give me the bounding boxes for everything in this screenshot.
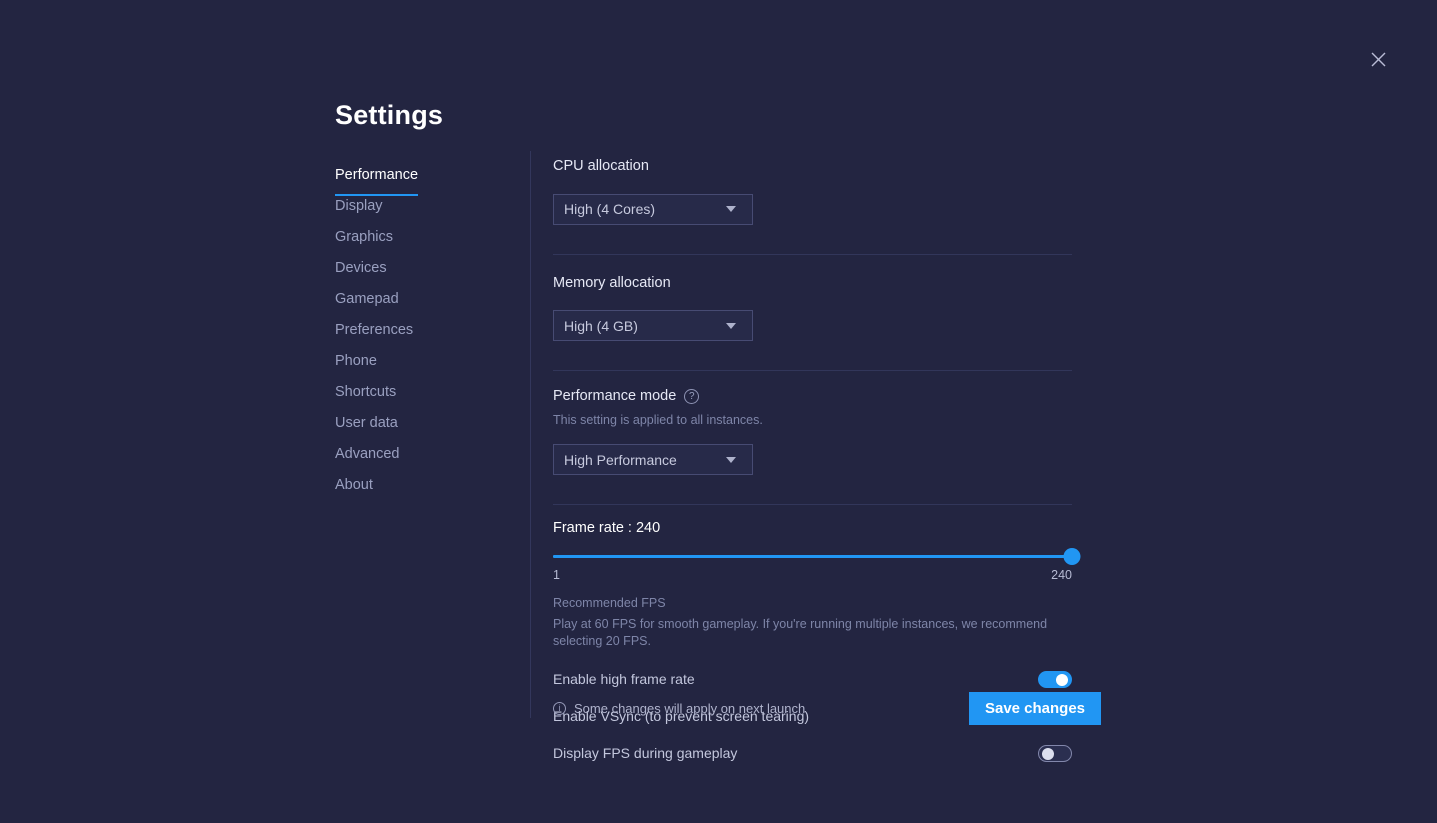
sidebar-item-label: Devices (335, 260, 387, 276)
performance-mode-value: High Performance (564, 451, 677, 468)
sidebar-item-label: Gamepad (335, 291, 399, 307)
slider-range-labels: 1 240 (553, 568, 1072, 584)
footer-note: i Some changes will apply on next launch (553, 701, 969, 716)
slider-max-label: 240 (1051, 568, 1072, 583)
sidebar-item-about[interactable]: About (335, 470, 515, 501)
sidebar-item-phone[interactable]: Phone (335, 346, 515, 377)
settings-sidebar: Performance Display Graphics Devices Gam… (335, 160, 515, 501)
cpu-allocation-section: CPU allocation High (4 Cores) (553, 151, 1073, 255)
sidebar-item-label: Display (335, 198, 383, 214)
sidebar-item-graphics[interactable]: Graphics (335, 222, 515, 253)
chevron-down-icon (726, 456, 736, 463)
close-icon[interactable] (1366, 47, 1390, 71)
sidebar-item-display[interactable]: Display (335, 191, 515, 222)
info-icon: i (553, 702, 566, 715)
slider-thumb[interactable] (1063, 548, 1081, 566)
settings-content: CPU allocation High (4 Cores) Memory all… (553, 151, 1081, 767)
toggle-label: Display FPS during gameplay (553, 745, 738, 762)
performance-mode-section: Performance mode ? This setting is appli… (553, 371, 1073, 506)
sidebar-item-label: Advanced (335, 446, 400, 462)
slider-min-label: 1 (553, 568, 560, 583)
recommended-fps-title: Recommended FPS (553, 596, 666, 611)
sidebar-item-label: Shortcuts (335, 384, 397, 400)
sidebar-item-label: User data (335, 415, 398, 431)
toggle-label: Enable high frame rate (553, 671, 695, 688)
settings-footer: i Some changes will apply on next launch… (553, 692, 1101, 725)
toggle-row-display-fps: Display FPS during gameplay (553, 739, 1072, 767)
sidebar-item-performance[interactable]: Performance (335, 160, 515, 196)
toggle-high-frame-rate[interactable] (1038, 670, 1072, 688)
save-changes-button[interactable]: Save changes (969, 692, 1101, 725)
settings-window: Settings Performance Display Graphics De… (0, 0, 1437, 823)
sidebar-item-advanced[interactable]: Advanced (335, 439, 515, 470)
sidebar-item-preferences[interactable]: Preferences (335, 315, 515, 346)
memory-allocation-section: Memory allocation High (4 GB) (553, 255, 1073, 371)
toggle-knob (1056, 673, 1068, 686)
page-title: Settings (335, 100, 444, 130)
performance-mode-select[interactable]: High Performance (553, 444, 753, 476)
chevron-down-icon (726, 322, 736, 329)
sidebar-item-label: Phone (335, 353, 377, 369)
frame-rate-section: Frame rate : 240 1 240 Recommended FPS P… (553, 505, 1081, 649)
toggle-row-high-frame-rate: Enable high frame rate (553, 665, 1072, 693)
sidebar-item-label: Preferences (335, 322, 414, 338)
performance-mode-description: This setting is applied to all instances… (553, 413, 763, 427)
cpu-allocation-label: CPU allocation (553, 158, 649, 174)
performance-mode-label: Performance mode (553, 388, 677, 405)
chevron-down-icon (726, 206, 736, 212)
slider-fill (553, 555, 1072, 559)
sidebar-item-devices[interactable]: Devices (335, 253, 515, 284)
frame-rate-slider[interactable] (553, 548, 1081, 566)
question-mark-icon[interactable]: ? (684, 389, 700, 404)
recommended-fps-body: Play at 60 FPS for smooth gameplay. If y… (553, 617, 1048, 648)
cpu-allocation-value: High (4 Cores) (564, 201, 656, 217)
sidebar-item-gamepad[interactable]: Gamepad (335, 284, 515, 315)
cpu-allocation-select[interactable]: High (4 Cores) (553, 193, 753, 225)
sidebar-item-label: Graphics (335, 229, 394, 245)
memory-allocation-value: High (4 GB) (564, 317, 638, 334)
memory-allocation-label: Memory allocation (553, 274, 671, 291)
sidebar-item-shortcuts[interactable]: Shortcuts (335, 377, 515, 408)
frame-rate-label: Frame rate : 240 (553, 520, 661, 537)
toggle-knob (1042, 747, 1054, 760)
sidebar-item-user-data[interactable]: User data (335, 408, 515, 439)
toggle-display-fps[interactable] (1038, 744, 1072, 762)
sidebar-item-label: About (335, 477, 373, 493)
memory-allocation-select[interactable]: High (4 GB) (553, 310, 753, 341)
footer-note-text: Some changes will apply on next launch (574, 701, 806, 716)
sidebar-content-divider (530, 151, 531, 718)
